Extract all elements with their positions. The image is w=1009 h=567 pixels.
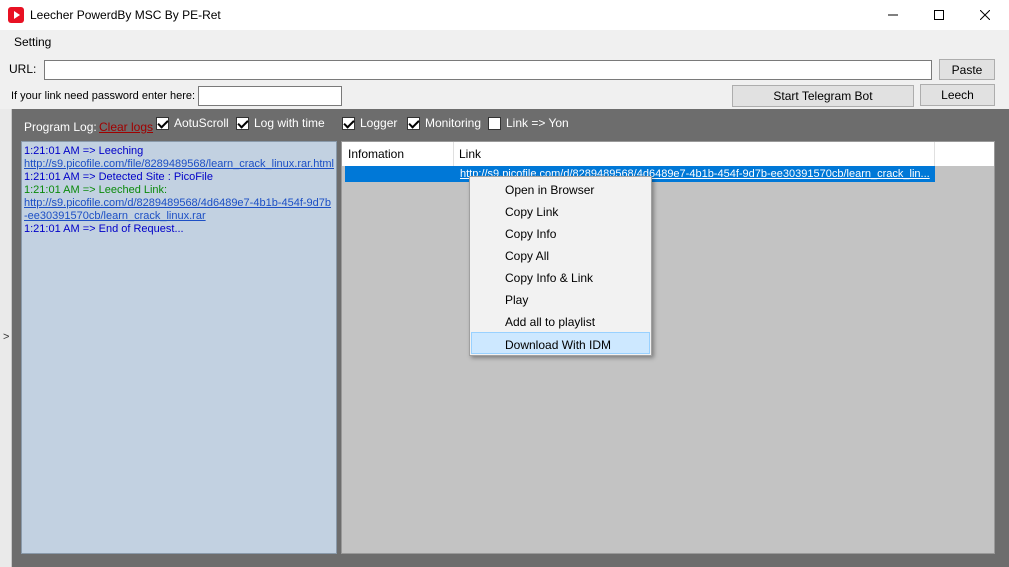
password-label: If your link need password enter here:: [11, 90, 196, 102]
menu-item-copy-info-link[interactable]: Copy Info & Link: [470, 266, 651, 288]
url-input[interactable]: [44, 60, 932, 80]
column-header-link[interactable]: Link: [454, 142, 935, 166]
minimize-button[interactable]: [870, 0, 916, 30]
log-link[interactable]: http://s9.picofile.com/file/8289489568/l…: [24, 158, 334, 171]
password-input[interactable]: [198, 86, 342, 106]
log-line: 1:21:01 AM => End of Request...: [24, 223, 184, 235]
log-with-time-checkbox[interactable]: Log with time: [236, 116, 325, 130]
leech-button[interactable]: Leech: [920, 84, 995, 106]
log-line: 1:21:01 AM => Detected Site : PicoFile: [24, 171, 213, 183]
log-line: 1:21:01 AM => Leeched Link:: [24, 184, 168, 196]
menu-item-open-in-browser[interactable]: Open in Browser: [470, 178, 651, 200]
log-link[interactable]: http://s9.picofile.com/d/8289489568/4d64…: [24, 197, 334, 223]
checkbox-box[interactable]: [236, 116, 249, 130]
menu-item-play[interactable]: Play: [470, 288, 651, 310]
paste-button[interactable]: Paste: [939, 59, 995, 80]
menu-setting[interactable]: Setting: [14, 35, 51, 49]
checkbox-label: Monitoring: [425, 116, 482, 130]
monitoring-checkbox[interactable]: Monitoring: [407, 116, 481, 130]
minimize-icon: [888, 14, 898, 16]
program-log-label: Program Log:: [24, 120, 97, 134]
results-list[interactable]: [341, 141, 995, 554]
checkbox-box[interactable]: [342, 116, 355, 130]
log-line: 1:21:01 AM => Leeching: [24, 145, 144, 157]
url-label: URL:: [9, 62, 37, 76]
close-icon: [980, 10, 990, 20]
start-telegram-bot-button[interactable]: Start Telegram Bot: [732, 85, 914, 107]
column-header-infomation[interactable]: Infomation: [342, 142, 454, 166]
checkbox-box[interactable]: [407, 116, 420, 130]
clear-logs-link[interactable]: Clear logs: [99, 120, 153, 134]
checkbox-box[interactable]: [156, 116, 169, 130]
chevron-right-icon[interactable]: >: [3, 331, 9, 343]
link-yon-checkbox[interactable]: Link => Yon: [488, 116, 569, 130]
maximize-button[interactable]: [916, 0, 962, 30]
checkbox-box[interactable]: [488, 116, 501, 130]
checkbox-label: Log with time: [254, 116, 325, 130]
app-icon: [8, 7, 24, 23]
checkbox-label: AotuScroll: [174, 116, 229, 130]
menu-item-copy-info[interactable]: Copy Info: [470, 222, 651, 244]
menu-item-copy-all[interactable]: Copy All: [470, 244, 651, 266]
autoscroll-checkbox[interactable]: AotuScroll: [156, 116, 229, 130]
menu-item-download-with-idm[interactable]: Download With IDM: [471, 332, 650, 354]
window-title: Leecher PowerdBy MSC By PE-Ret: [30, 8, 221, 22]
menu-bar: [0, 30, 1009, 54]
menu-item-copy-link[interactable]: Copy Link: [470, 200, 651, 222]
maximize-icon: [934, 10, 944, 20]
close-button[interactable]: [962, 0, 1008, 30]
menu-item-add-all-to-playlist[interactable]: Add all to playlist: [470, 310, 651, 332]
checkbox-label: Logger: [360, 116, 398, 130]
logger-checkbox[interactable]: Logger: [342, 116, 397, 130]
checkbox-label: Link => Yon: [506, 116, 569, 130]
program-log[interactable]: 1:21:01 AM => Leeching http://s9.picofil…: [21, 141, 337, 554]
